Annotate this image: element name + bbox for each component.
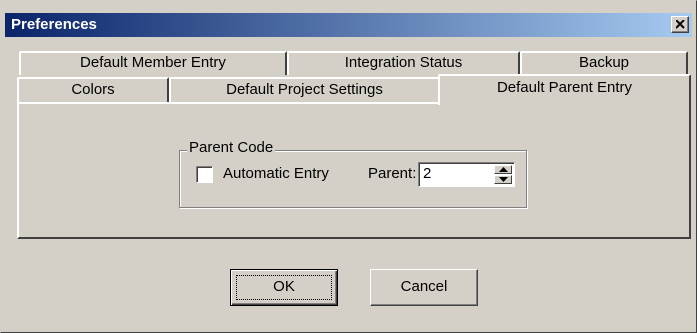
tab-default-member-entry[interactable]: Default Member Entry xyxy=(19,51,287,75)
spin-up-button[interactable] xyxy=(494,165,512,174)
tab-label: Colors xyxy=(71,81,115,98)
tab-label: Integration Status xyxy=(344,54,463,71)
tab-colors[interactable]: Colors xyxy=(17,77,169,103)
tab-label: Default Project Settings xyxy=(226,81,383,98)
spin-down-button[interactable] xyxy=(494,175,512,184)
parent-value[interactable]: 2 xyxy=(423,165,431,182)
cancel-label: Cancel xyxy=(400,278,448,295)
tab-default-project-settings[interactable]: Default Project Settings xyxy=(169,77,440,103)
preferences-dialog: Preferences Default Member Entry Integra… xyxy=(0,0,697,333)
automatic-entry-label[interactable]: Automatic Entry xyxy=(223,165,329,182)
ok-button[interactable]: OK xyxy=(230,269,338,306)
ok-label: OK xyxy=(273,278,295,295)
arrow-down-icon xyxy=(499,177,508,182)
title-bar[interactable]: Preferences xyxy=(5,13,692,37)
parent-label: Parent: xyxy=(368,165,417,182)
tab-label: Default Parent Entry xyxy=(496,79,633,96)
cancel-button[interactable]: Cancel xyxy=(370,269,478,306)
close-icon xyxy=(676,20,685,29)
automatic-entry-checkbox[interactable] xyxy=(196,166,213,183)
tab-backup[interactable]: Backup xyxy=(520,51,688,75)
spin-buttons xyxy=(494,165,512,184)
tab-label: Backup xyxy=(578,54,630,71)
arrow-up-icon xyxy=(499,167,508,172)
group-label: Parent Code xyxy=(187,139,276,156)
tab-label: Default Member Entry xyxy=(80,54,226,71)
parent-spinbox[interactable]: 2 xyxy=(418,162,515,187)
close-button[interactable] xyxy=(671,16,689,33)
tab-default-parent-entry[interactable]: Default Parent Entry xyxy=(438,74,691,105)
window-title: Preferences xyxy=(11,16,97,33)
tab-integration-status[interactable]: Integration Status xyxy=(287,51,520,75)
